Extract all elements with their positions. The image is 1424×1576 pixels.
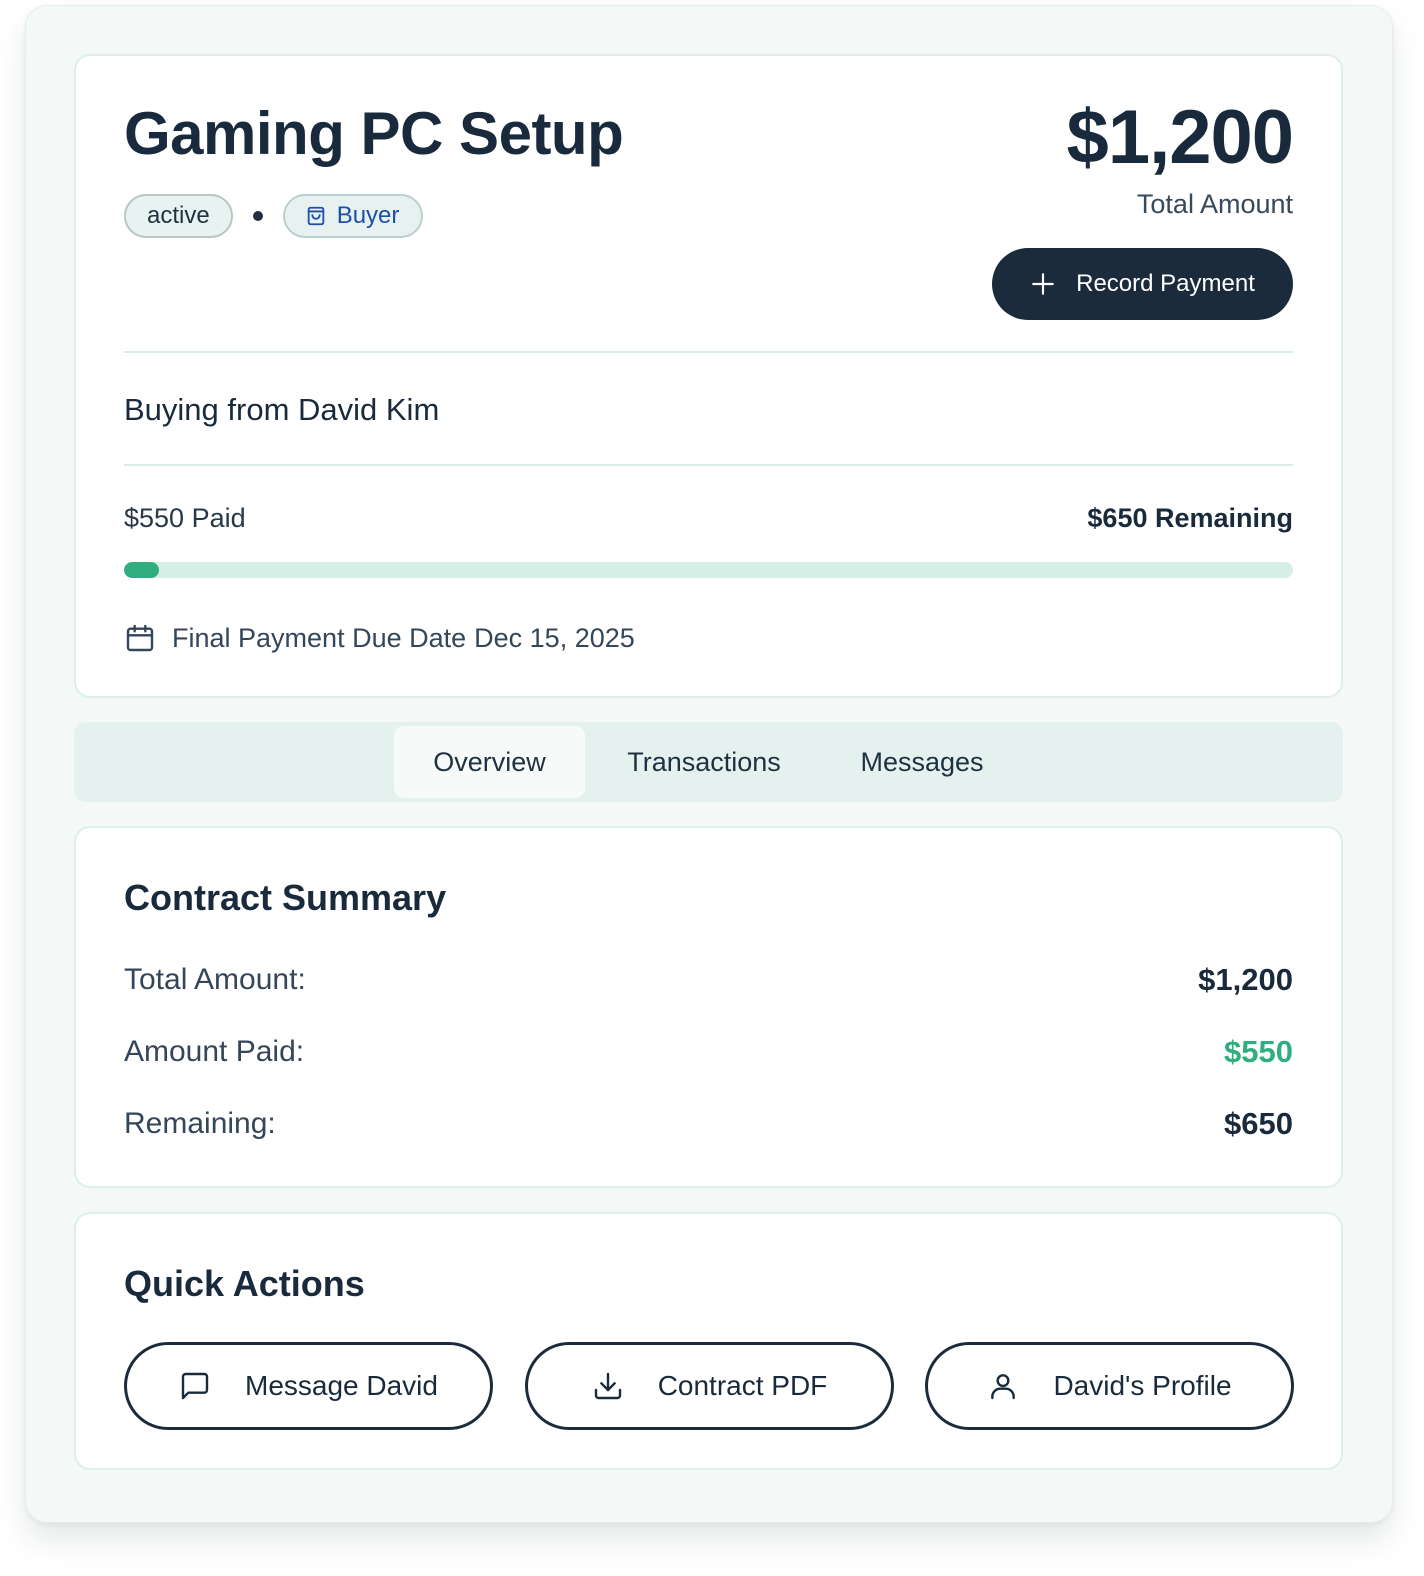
paid-amount-text: $550 Paid xyxy=(124,503,246,533)
total-amount-caption: Total Amount xyxy=(1136,189,1293,219)
remaining-amount-text: $650 Remaining xyxy=(1087,503,1293,533)
summary-paid-value: $550 xyxy=(1224,1034,1293,1069)
message-david-label: Message David xyxy=(245,1370,438,1401)
contract-badges: active Buyer xyxy=(124,194,424,238)
message-david-button[interactable]: Message David xyxy=(124,1342,493,1430)
user-icon xyxy=(991,1374,1016,1400)
summary-paid-label: Amount Paid: xyxy=(124,1035,305,1068)
tab-overview[interactable]: Overview xyxy=(394,726,585,798)
divider xyxy=(124,351,1293,353)
divider xyxy=(124,464,1293,466)
role-badge: Buyer xyxy=(282,194,424,238)
tab-transactions[interactable]: Transactions xyxy=(598,726,810,798)
due-date-row: Final Payment Due Date Dec 15, 2025 xyxy=(124,618,635,658)
tab-bar: Overview Transactions Messages xyxy=(74,722,1343,802)
payment-progress-bar xyxy=(124,562,1293,578)
download-icon xyxy=(594,1372,621,1400)
summary-total-label: Total Amount: xyxy=(124,963,306,996)
contract-summary-title: Contract Summary xyxy=(124,877,447,918)
role-badge-label: Buyer xyxy=(336,202,400,229)
quick-actions-title: Quick Actions xyxy=(124,1263,365,1304)
due-date-label: Final Payment Due Date xyxy=(172,623,467,653)
counterparty-text: Buying from David Kim xyxy=(124,392,440,427)
quick-actions-card: Quick Actions Message David Contract PDF… xyxy=(74,1212,1343,1470)
summary-remaining-value: $650 xyxy=(1224,1106,1293,1141)
record-payment-button[interactable]: Record Payment xyxy=(992,248,1293,320)
plus-icon xyxy=(1032,273,1054,295)
summary-total-value: $1,200 xyxy=(1198,962,1293,997)
summary-remaining-label: Remaining: xyxy=(124,1107,276,1140)
contract-title: Gaming PC Setup xyxy=(124,100,624,167)
calendar-icon xyxy=(126,624,154,652)
total-amount-value: $1,200 xyxy=(1066,95,1294,180)
message-square-icon xyxy=(181,1372,209,1400)
separator-dot xyxy=(252,211,263,221)
contract-summary-card: Contract Summary Total Amount: $1,200 Am… xyxy=(74,826,1343,1188)
payment-progress-fill xyxy=(124,562,160,578)
tab-messages[interactable]: Messages xyxy=(834,726,1010,798)
contract-pdf-button[interactable]: Contract PDF xyxy=(525,1342,894,1430)
contract-pdf-label: Contract PDF xyxy=(657,1370,828,1401)
record-payment-label: Record Payment xyxy=(1076,270,1255,297)
david-profile-button[interactable]: David's Profile xyxy=(925,1342,1294,1430)
due-date-value: Dec 15, 2025 xyxy=(474,623,635,653)
contract-header-card: Gaming PC Setup active Buyer $1,200 Tota… xyxy=(74,54,1343,698)
status-badge: active xyxy=(124,194,233,238)
shopping-bag-icon xyxy=(307,206,324,226)
david-profile-label: David's Profile xyxy=(1053,1370,1232,1401)
